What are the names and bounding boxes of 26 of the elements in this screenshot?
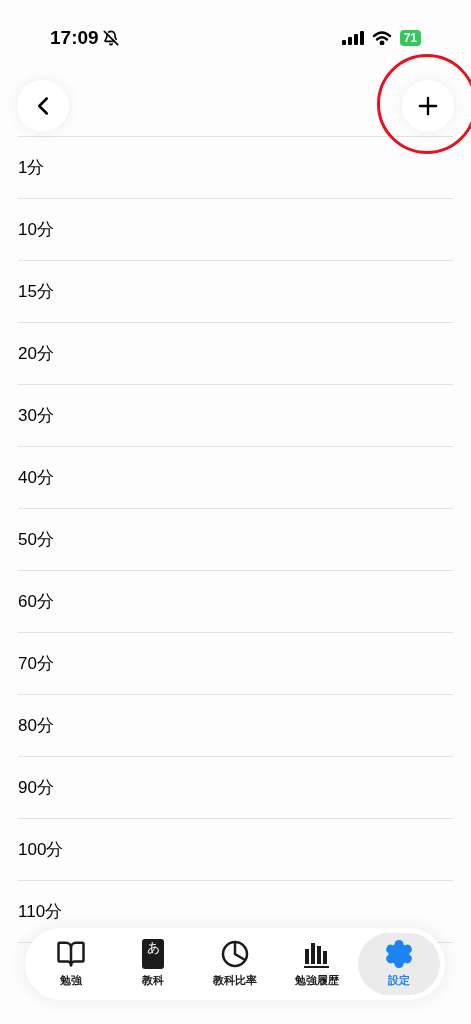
duration-option[interactable]: 40分	[18, 464, 54, 491]
battery-level: 71	[399, 30, 421, 46]
tab-item[interactable]: 教科比率	[194, 933, 276, 995]
tab-item[interactable]: 勉強履歴	[276, 933, 358, 995]
duration-option[interactable]: 110分	[18, 898, 63, 925]
duration-option[interactable]: 90分	[18, 774, 54, 801]
silent-icon	[102, 30, 119, 46]
dictionary-icon: あ	[142, 939, 164, 970]
duration-option[interactable]: 80分	[18, 712, 54, 739]
duration-option[interactable]: 10分	[18, 216, 54, 243]
duration-option[interactable]: 1分	[18, 154, 45, 181]
add-button[interactable]	[402, 80, 454, 132]
duration-option[interactable]: 50分	[18, 526, 54, 553]
tab-item[interactable]: 勉強	[30, 933, 112, 995]
pie-chart-icon	[220, 939, 250, 970]
status-time: 17:09	[50, 25, 99, 50]
duration-option[interactable]: 60分	[18, 588, 54, 615]
duration-option[interactable]: 30分	[18, 402, 54, 429]
duration-option[interactable]: 100分	[18, 836, 64, 863]
duration-option[interactable]: 15分	[18, 278, 54, 305]
back-button[interactable]	[17, 80, 69, 132]
duration-option[interactable]: 20分	[18, 340, 54, 367]
duration-option[interactable]: 70分	[18, 650, 54, 677]
wifi-icon	[371, 31, 392, 45]
tab-item[interactable]: あ 教科	[112, 933, 194, 995]
signal-icon	[341, 31, 364, 45]
